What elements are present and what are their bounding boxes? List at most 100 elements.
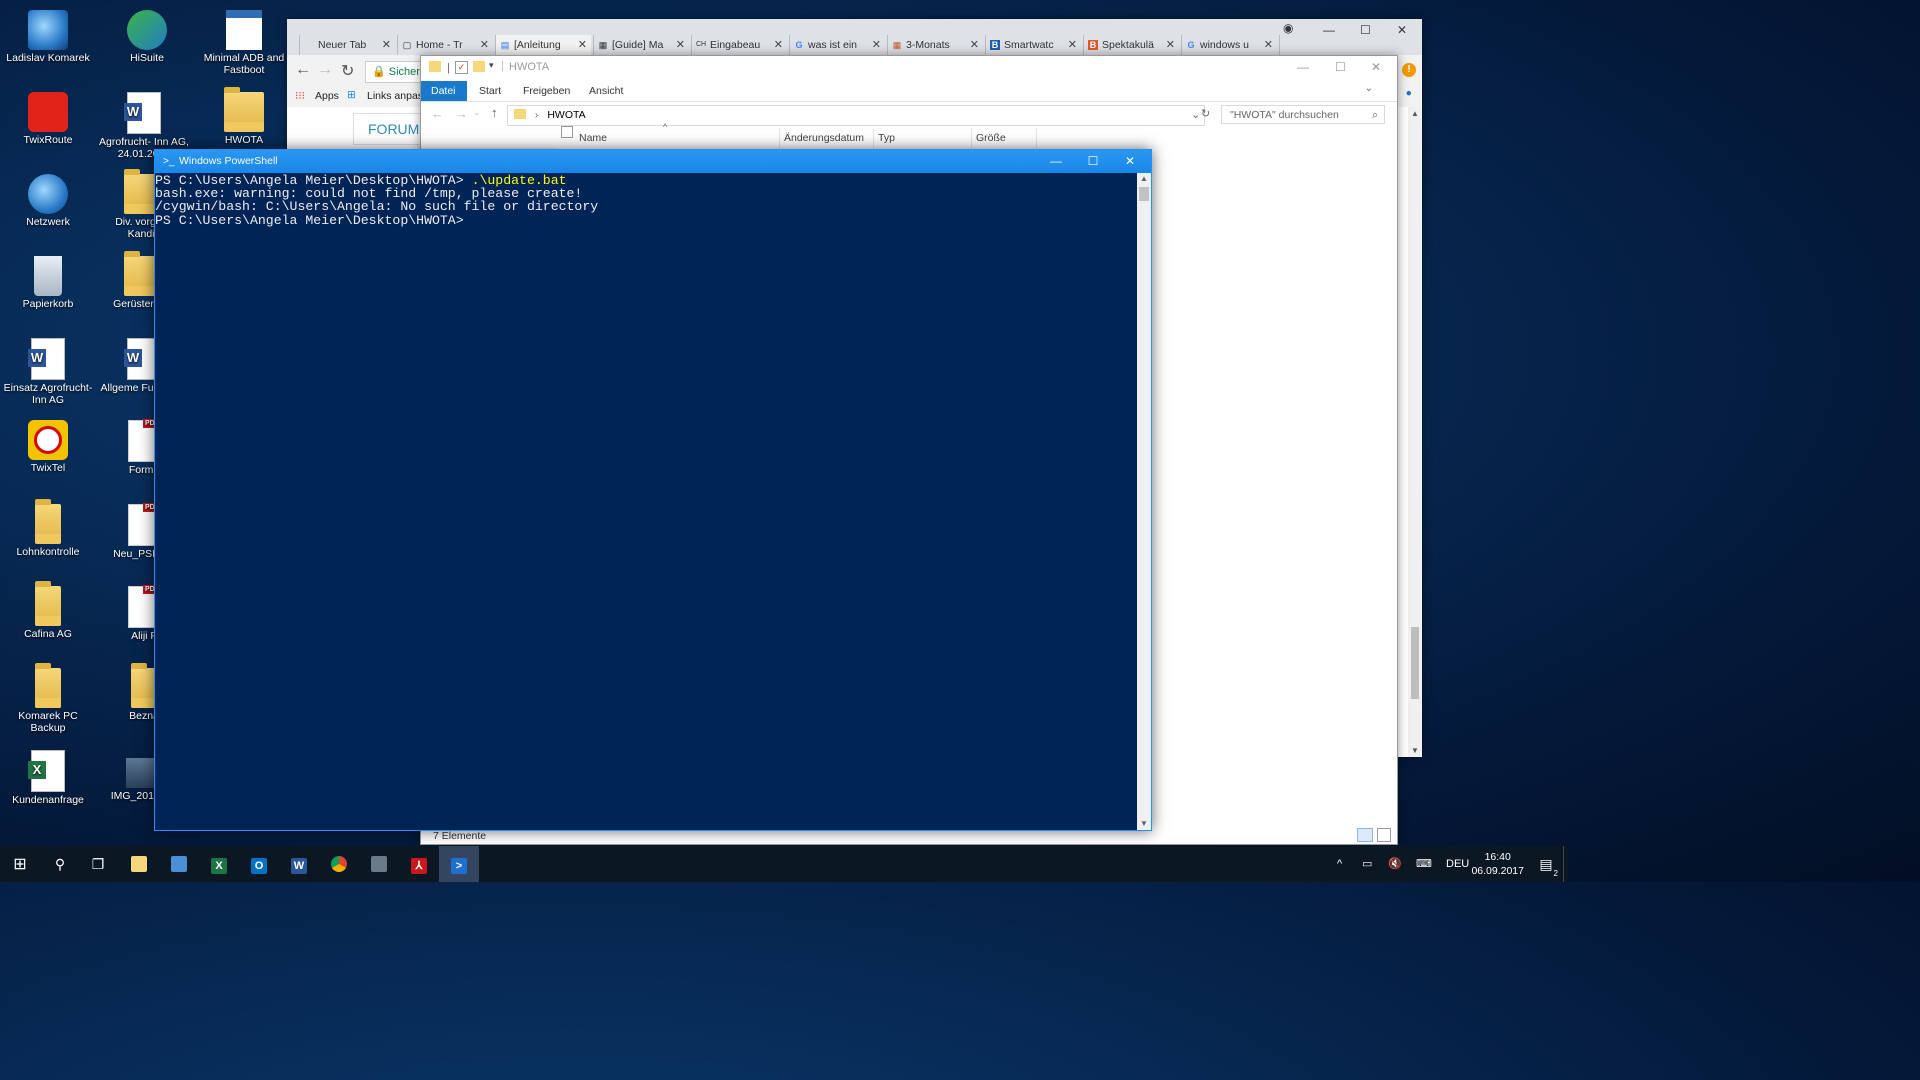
minimize-icon[interactable]: — — [1037, 150, 1075, 173]
start-button[interactable]: ⊞ — [0, 846, 40, 882]
console-output[interactable]: PS C:\Users\Angela Meier\Desktop\HWOTA> … — [155, 173, 1137, 830]
close-tab-icon[interactable]: ✕ — [578, 35, 587, 55]
desktop-icon-netzwerk[interactable]: Netzwerk — [2, 174, 94, 228]
user-profile-icon[interactable]: ◉ — [1283, 21, 1293, 35]
reload-icon[interactable]: ↻ — [341, 61, 354, 81]
desktop-icon-kundenanfrage[interactable]: Kundenanfrage — [2, 750, 94, 806]
address-bar[interactable]: › HWOTA ⌄ — [507, 105, 1205, 126]
column-name[interactable]: Name — [579, 128, 607, 148]
task-view-button[interactable]: ❐ — [78, 846, 118, 882]
properties-icon[interactable]: ✓ — [455, 61, 468, 74]
desktop-icon-komarek-backup[interactable]: Komarek PC Backup — [2, 663, 94, 734]
browser-tab[interactable]: CH Eingabeau ✕ — [691, 35, 787, 55]
browser-tab[interactable]: B Smartwatc ✕ — [985, 35, 1081, 55]
column-size[interactable]: Größe — [971, 128, 1037, 148]
forward-icon[interactable]: → — [455, 106, 468, 121]
close-tab-icon[interactable]: ✕ — [970, 35, 979, 55]
desktop-icon-papierkorb[interactable]: Papierkorb — [2, 256, 94, 310]
browser-tab[interactable]: ▦ 3-Monats ✕ — [887, 35, 983, 55]
close-tab-icon[interactable]: ✕ — [774, 35, 783, 55]
taskbar-chrome[interactable] — [319, 846, 359, 882]
desktop-icon-twixroute[interactable]: TwixRoute — [2, 92, 94, 146]
maximize-icon[interactable]: ☐ — [1074, 150, 1112, 173]
show-hidden-icons-icon[interactable]: ^ — [1337, 846, 1342, 882]
desktop-icon-lohnkontrolle[interactable]: Lohnkontrolle — [2, 499, 94, 558]
close-icon[interactable]: ✕ — [1371, 60, 1381, 74]
desktop-icon-ladislav-komarek[interactable]: Ladislav Komarek — [2, 10, 94, 64]
scroll-up-icon[interactable]: ▲ — [1137, 173, 1151, 185]
search-input[interactable]: "HWOTA" durchsuchen ⌕ — [1221, 105, 1385, 124]
taskbar-powershell[interactable]: > — [439, 846, 479, 882]
search-button[interactable]: ⚲ — [40, 846, 80, 882]
close-tab-icon[interactable]: ✕ — [676, 35, 685, 55]
back-icon[interactable]: ← — [431, 106, 444, 121]
tab-ansicht[interactable]: Ansicht — [579, 81, 633, 101]
browser-tab[interactable]: Neuer Tab ✕ — [299, 35, 395, 55]
browser-tab[interactable]: B Spektakulä ✕ — [1083, 35, 1179, 55]
taskbar-acrobat[interactable]: ⅄ — [399, 846, 439, 882]
scroll-up-icon[interactable]: ▲ — [1411, 109, 1419, 118]
select-all-checkbox[interactable] — [561, 126, 573, 138]
console-scrollbar[interactable]: ▲ ▼ — [1137, 173, 1151, 830]
close-tab-icon[interactable]: ✕ — [1068, 35, 1077, 55]
recent-dropdown-icon[interactable]: ⌄ — [473, 107, 481, 118]
details-view-icon[interactable] — [1357, 828, 1373, 842]
minimize-icon[interactable]: — — [1297, 60, 1309, 74]
taskbar-app-2[interactable] — [359, 846, 399, 882]
show-desktop-button[interactable] — [1563, 846, 1568, 882]
taskbar-excel[interactable]: X — [199, 846, 239, 882]
refresh-icon[interactable]: ↻ — [1201, 107, 1210, 120]
desktop-icon-minimal-adb[interactable]: Minimal ADB and Fastboot — [198, 10, 290, 76]
close-tab-icon[interactable]: ✕ — [382, 35, 391, 55]
large-icons-view-icon[interactable] — [1377, 828, 1391, 842]
browser-tab[interactable]: ▢ Home - Tr ✕ — [397, 35, 493, 55]
browser-tab-active[interactable]: ▤ [Anleitung ✕ — [495, 35, 591, 55]
close-icon[interactable]: ✕ — [1111, 150, 1149, 173]
up-icon[interactable]: ↑ — [491, 105, 498, 120]
taskbar-file-explorer[interactable] — [119, 846, 159, 882]
browser-tab[interactable]: G was ist ein ✕ — [789, 35, 885, 55]
expand-ribbon-icon[interactable]: ⌄ — [1365, 83, 1373, 94]
action-center-button[interactable]: ▤ 2 — [1526, 846, 1566, 882]
bookmark-apps[interactable]: Apps — [315, 90, 339, 102]
column-modified[interactable]: Änderungsdatum — [779, 128, 864, 148]
desktop-icon-twixtel[interactable]: TwixTel — [2, 420, 94, 474]
close-tab-icon[interactable]: ✕ — [1264, 35, 1273, 55]
scroll-thumb[interactable] — [1411, 627, 1419, 699]
taskbar-word[interactable]: W — [279, 846, 319, 882]
close-icon[interactable]: ✕ — [1397, 23, 1407, 37]
network-tray-icon[interactable]: ▭ — [1362, 846, 1372, 882]
chevron-down-icon[interactable]: ⌄ — [1191, 106, 1200, 125]
volume-muted-icon[interactable]: 🔇 — [1388, 846, 1402, 882]
browser-tab[interactable]: G windows u ✕ — [1181, 35, 1277, 55]
maximize-icon[interactable]: ☐ — [1360, 23, 1371, 37]
taskbar-outlook[interactable]: O — [239, 846, 279, 882]
browser-tab[interactable]: ▦ [Guide] Ma ✕ — [593, 35, 689, 55]
tab-start[interactable]: Start — [469, 81, 511, 101]
language-indicator[interactable]: DEU — [1446, 846, 1469, 882]
quick-access-dropdown-icon[interactable]: ▾ — [489, 60, 494, 71]
back-icon[interactable]: ← — [295, 61, 311, 79]
taskbar-app[interactable] — [159, 846, 199, 882]
column-type[interactable]: Typ — [873, 128, 895, 148]
scroll-down-icon[interactable]: ▼ — [1411, 746, 1419, 755]
new-folder-icon[interactable] — [473, 61, 485, 72]
forward-icon[interactable]: → — [317, 61, 333, 79]
close-tab-icon[interactable]: ✕ — [480, 35, 489, 55]
desktop-icon-cafina[interactable]: Cafina AG — [2, 581, 94, 640]
desktop-icon-hisuite[interactable]: HiSuite — [101, 10, 193, 64]
update-alert-icon[interactable]: ! — [1402, 63, 1416, 77]
desktop-icon-hwota[interactable]: HWOTA — [198, 87, 290, 146]
breadcrumb[interactable]: HWOTA — [547, 109, 585, 121]
scroll-thumb[interactable] — [1139, 187, 1149, 201]
tab-freigeben[interactable]: Freigeben — [513, 81, 580, 101]
clock[interactable]: 16:40 06.09.2017 — [1471, 850, 1524, 878]
keyboard-icon[interactable]: ⌨ — [1416, 846, 1432, 882]
minimize-icon[interactable]: — — [1323, 23, 1335, 37]
new-tab-button[interactable] — [1279, 35, 1307, 55]
close-tab-icon[interactable]: ✕ — [872, 35, 881, 55]
chrome-scrollbar[interactable]: ▲ ▼ — [1408, 107, 1422, 757]
close-tab-icon[interactable]: ✕ — [1166, 35, 1175, 55]
address-bar[interactable]: 🔒 Sicher — [365, 61, 426, 83]
desktop-icon-einsatz[interactable]: Einsatz Agrofrucht-Inn AG — [2, 338, 94, 406]
